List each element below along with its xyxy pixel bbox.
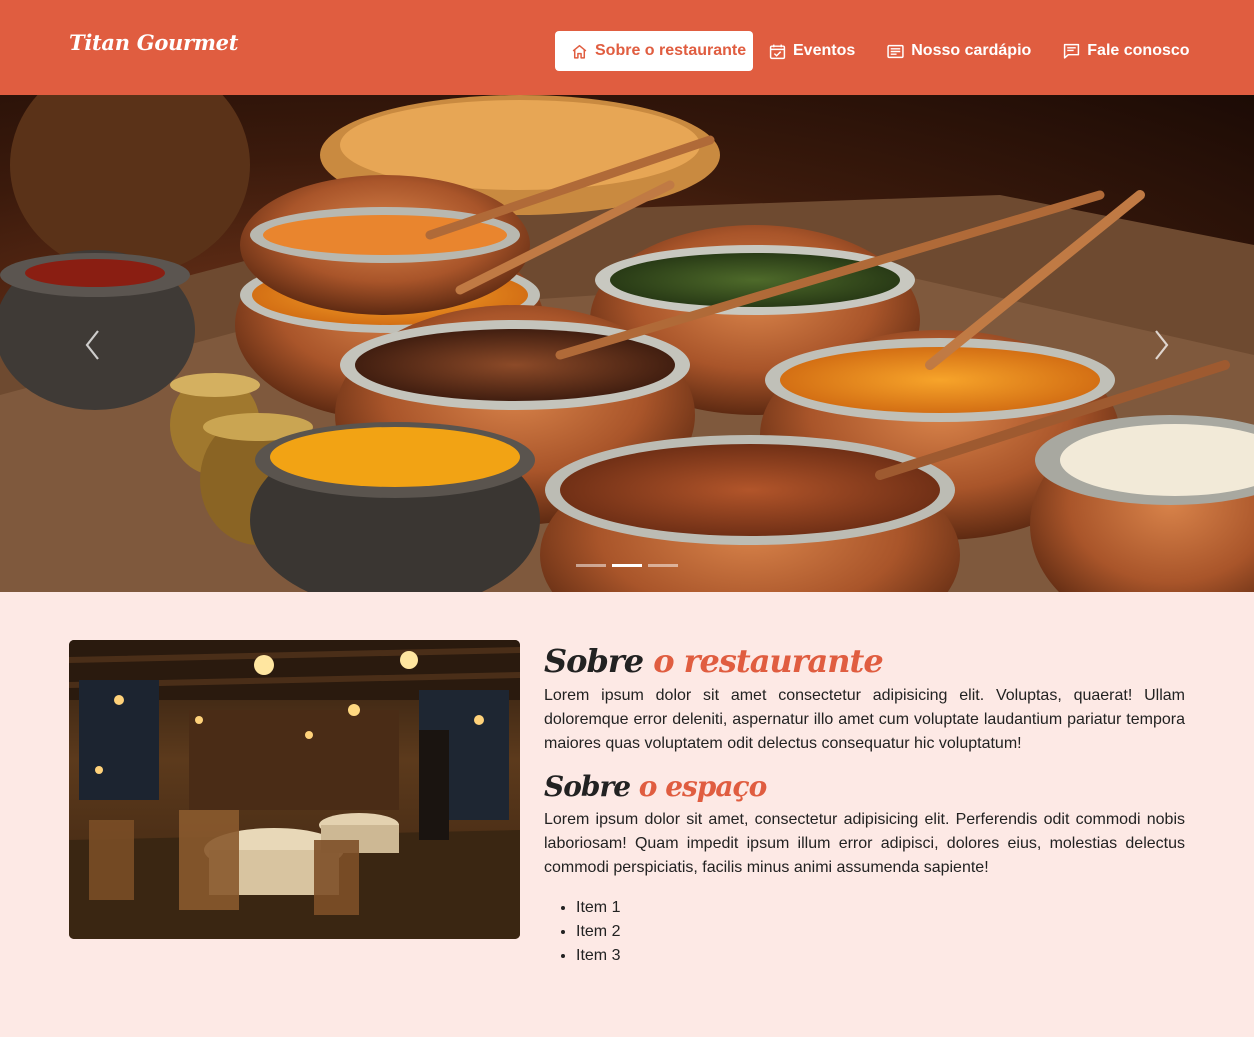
home-icon	[571, 43, 588, 60]
nav-item-contato[interactable]: Fale conosco	[1047, 31, 1205, 71]
about-content: Sobre o restaurante Lorem ipsum dolor si…	[544, 640, 1185, 968]
carousel-indicator[interactable]	[576, 564, 606, 567]
nav-label: Fale conosco	[1087, 42, 1190, 59]
chat-icon	[1063, 43, 1080, 60]
main-nav: Sobre o restaurante Eventos Nosso cardáp…	[555, 31, 1206, 71]
carousel-next-button[interactable]	[1148, 327, 1172, 363]
nav-label: Nosso cardápio	[911, 42, 1032, 59]
logo[interactable]: Titan Gourmet	[69, 30, 238, 55]
nav-item-sobre[interactable]: Sobre o restaurante	[555, 31, 753, 71]
space-title: Sobre o espaço	[544, 768, 1185, 806]
carousel-prev-button[interactable]	[82, 327, 106, 363]
title-plain: Sobre	[544, 770, 631, 803]
title-accent: o restaurante	[653, 642, 883, 680]
about-title: Sobre o restaurante	[544, 640, 1185, 682]
nav-item-eventos[interactable]: Eventos	[753, 31, 871, 71]
chevron-left-icon	[85, 330, 99, 360]
carousel-indicators	[576, 564, 678, 567]
nav-label: Sobre o restaurante	[595, 42, 747, 59]
navbar: Titan Gourmet Sobre o restaurante Evento…	[0, 0, 1254, 95]
title-plain: Sobre	[544, 642, 644, 680]
nav-item-cardapio[interactable]: Nosso cardápio	[871, 31, 1047, 71]
about-text: Lorem ipsum dolor sit amet consectetur a…	[544, 687, 1185, 752]
space-text: Lorem ipsum dolor sit amet, consectetur …	[544, 811, 1185, 876]
calendar-check-icon	[769, 43, 786, 60]
restaurant-photo	[69, 640, 520, 939]
food-photo	[0, 95, 1254, 592]
list-item: Item 1	[576, 896, 1185, 920]
carousel-indicator[interactable]	[648, 564, 678, 567]
hero-carousel	[0, 95, 1254, 592]
title-accent: o espaço	[638, 770, 767, 803]
space-list: Item 1 Item 2 Item 3	[576, 896, 1185, 968]
menu-list-icon	[887, 43, 904, 60]
chevron-right-icon	[1155, 330, 1169, 360]
list-item: Item 3	[576, 944, 1185, 968]
nav-label: Eventos	[793, 42, 856, 59]
carousel-indicator[interactable]	[612, 564, 642, 567]
list-item: Item 2	[576, 920, 1185, 944]
